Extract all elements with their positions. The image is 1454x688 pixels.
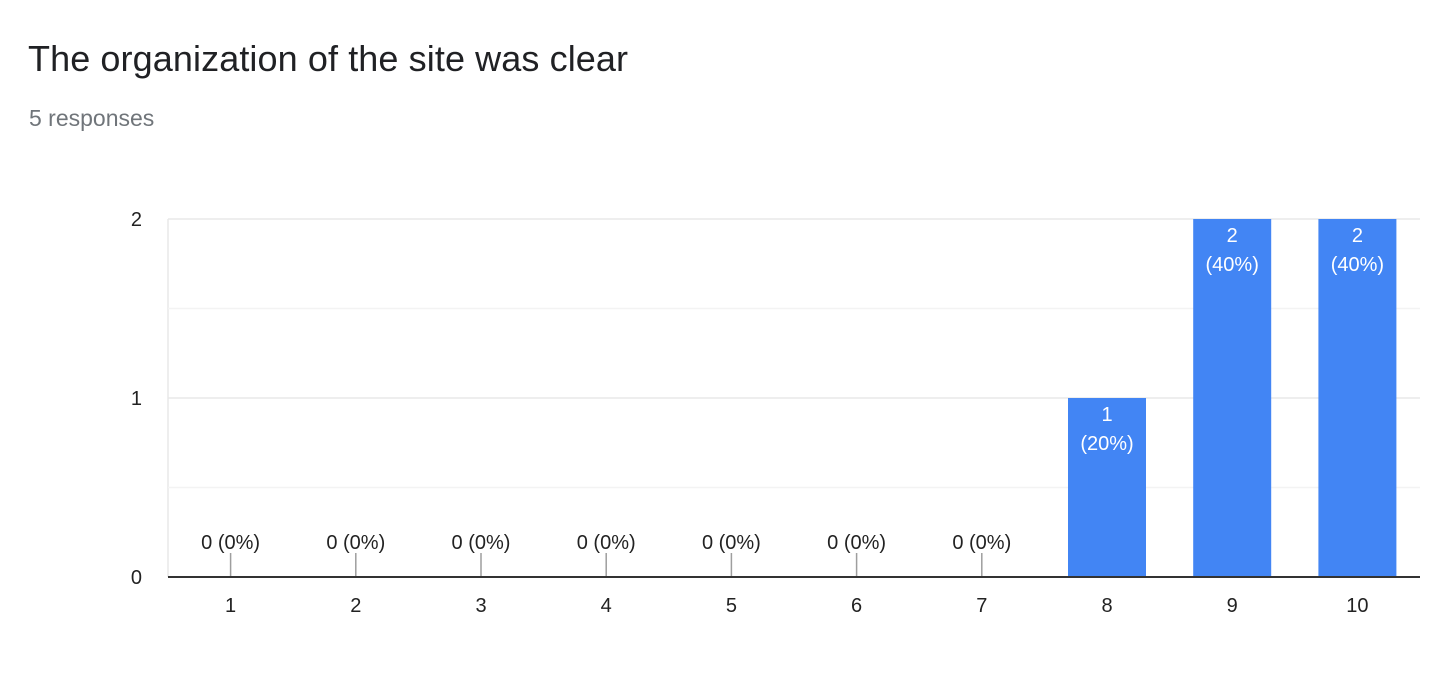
x-tick-label: 4 (601, 595, 612, 617)
data-label-percent: (40%) (1206, 254, 1259, 276)
data-label-percent: (20%) (1080, 433, 1133, 455)
chart-card: The organization of the site was clear 5… (0, 0, 1454, 688)
y-tick-label: 1 (131, 388, 142, 410)
data-label: 0 (0%) (452, 532, 511, 554)
data-label: 0 (0%) (827, 532, 886, 554)
data-label-percent: (40%) (1331, 254, 1384, 276)
x-tick-label: 8 (1101, 595, 1112, 617)
data-label: 0 (0%) (326, 532, 385, 554)
bar-chart: 0 1 2 0 (0%) 1 0 (0%) 2 0 (0%) 3 0 (0%) 4 0 (0%) 5 0 … (131, 209, 1420, 617)
x-tick-label: 6 (851, 595, 862, 617)
data-label: 0 (0%) (577, 532, 636, 554)
x-tick-label: 2 (350, 595, 361, 617)
x-tick-label: 5 (726, 595, 737, 617)
data-label: 0 (0%) (702, 532, 761, 554)
x-tick-label: 1 (225, 595, 236, 617)
y-tick-label: 0 (131, 567, 142, 589)
x-tick-label: 9 (1227, 595, 1238, 617)
data-label: 0 (0%) (201, 532, 260, 554)
data-label: 0 (0%) (952, 532, 1011, 554)
data-label-count: 1 (1101, 404, 1112, 426)
data-label-count: 2 (1352, 225, 1363, 247)
data-label-count: 2 (1227, 225, 1238, 247)
y-tick-label: 2 (131, 209, 142, 231)
x-tick-label: 10 (1346, 595, 1368, 617)
x-tick-label: 7 (976, 595, 987, 617)
x-tick-label: 3 (475, 595, 486, 617)
